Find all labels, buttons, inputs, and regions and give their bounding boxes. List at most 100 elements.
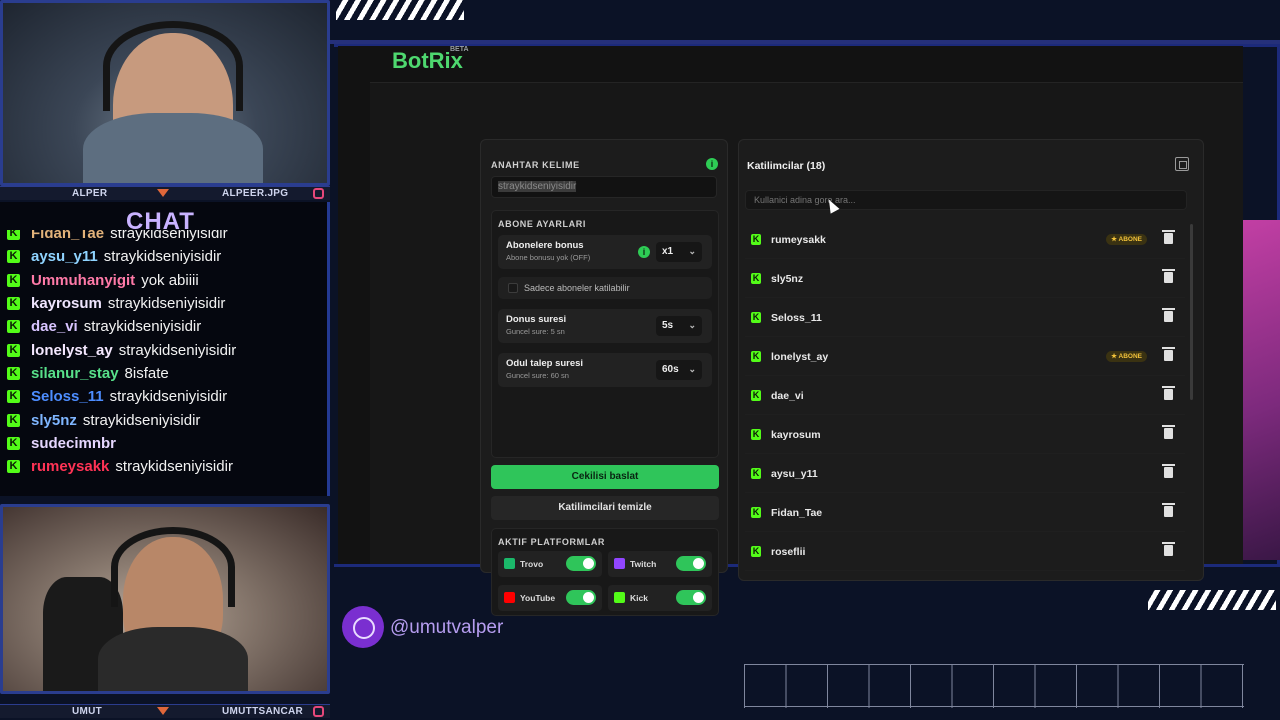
platform-name: Twitch bbox=[630, 559, 657, 569]
subscriber-badge: ★ ABONE bbox=[1106, 234, 1147, 245]
bonus-select[interactable]: x1 ⌄ bbox=[656, 242, 702, 262]
webcam-bottom bbox=[0, 504, 330, 694]
trash-icon[interactable] bbox=[1162, 230, 1175, 244]
trash-icon[interactable] bbox=[1162, 308, 1175, 322]
kick-icon: K bbox=[751, 390, 761, 401]
trash-icon[interactable] bbox=[1162, 425, 1175, 439]
duration-subtitle: Guncel sure: 5 sn bbox=[506, 327, 565, 336]
kick-icon: K bbox=[751, 312, 761, 323]
scrollbar[interactable] bbox=[1190, 224, 1193, 400]
chat-username[interactable]: silanur_stay bbox=[31, 365, 119, 382]
only-subscribers-row[interactable]: Sadece aboneler katilabilir bbox=[498, 277, 712, 299]
claim-time-row: Odul talep suresi Guncel sure: 60 sn 60s… bbox=[498, 353, 712, 387]
participant-row: Kroseflii bbox=[745, 532, 1185, 571]
trash-icon[interactable] bbox=[1162, 464, 1175, 478]
chat-username[interactable]: kayrosum bbox=[31, 295, 102, 312]
platforms-label: AKTIF PLATFORMLAR bbox=[498, 537, 606, 547]
headset-icon bbox=[111, 527, 235, 607]
twitch-toggle[interactable] bbox=[676, 556, 706, 571]
chat-text: straykidseniyisidir bbox=[107, 295, 226, 313]
bonus-select-value: x1 bbox=[662, 246, 674, 257]
chat-username[interactable]: sly5nz bbox=[31, 412, 77, 429]
triangle-icon bbox=[157, 189, 169, 197]
participant-row: Kaysu_y11 bbox=[745, 454, 1185, 493]
trash-icon[interactable] bbox=[1162, 503, 1175, 517]
social-handle: @umutvalper bbox=[390, 617, 504, 638]
only-subscribers-checkbox[interactable] bbox=[508, 283, 518, 293]
streamer-shirt bbox=[83, 113, 263, 183]
streamer-shirt bbox=[98, 627, 248, 691]
platform-twitch: Twitch bbox=[608, 551, 712, 577]
clear-participants-button[interactable]: Katilimcilari temizle bbox=[491, 496, 719, 520]
stripe-decoration bbox=[1148, 590, 1276, 610]
platforms-box: AKTIF PLATFORMLAR Trovo Twitch YouTube K… bbox=[491, 528, 719, 616]
platform-youtube: YouTube bbox=[498, 585, 602, 611]
chat-text: straykidseniyisidir bbox=[83, 318, 202, 336]
participant-name: rumeysakk bbox=[771, 234, 826, 246]
subscriber-badge-label: ABONE bbox=[1118, 353, 1142, 360]
chat-username[interactable]: Fidan_Tae bbox=[31, 230, 104, 242]
chat-text: straykidseniyisidir bbox=[103, 248, 222, 266]
chat-message: Ksilanur_stay 8isfate bbox=[7, 362, 327, 385]
kick-toggle[interactable] bbox=[676, 590, 706, 605]
duration-select-value: 5s bbox=[662, 320, 674, 331]
participant-name: lonelyst_ay bbox=[771, 351, 829, 363]
participant-row: Ksly5nz bbox=[745, 259, 1185, 298]
webcam-bottom-label-bar: UMUT UMUTTSANCAR bbox=[0, 704, 330, 718]
duration-select[interactable]: 5s ⌄ bbox=[656, 316, 702, 336]
cam-name-right: UMUTTSANCAR bbox=[222, 706, 304, 717]
chat-message: Ksudecimnbr bbox=[7, 432, 327, 455]
participant-search-input[interactable] bbox=[745, 190, 1187, 210]
chat-message: Krumeysakk straykidseniyisidir bbox=[7, 455, 327, 478]
subscriber-settings: ABONE AYARLARI Abonelere bonus Abone bon… bbox=[491, 210, 719, 458]
start-giveaway-button[interactable]: Cekilisi baslat bbox=[491, 465, 719, 489]
kick-icon: K bbox=[751, 351, 761, 362]
kick-icon: K bbox=[7, 250, 20, 264]
claim-title: Odul talep suresi bbox=[506, 358, 584, 369]
chat-username[interactable]: Seloss_11 bbox=[31, 388, 104, 405]
chat-username[interactable]: sudecimnbr bbox=[31, 435, 116, 452]
participants-panel: Katilimcilar (18) Krumeysakk ★ ABONE Ksly5… bbox=[738, 139, 1204, 581]
twitch-icon bbox=[614, 558, 625, 569]
youtube-toggle[interactable] bbox=[566, 590, 596, 605]
chat-username[interactable]: aysu_y11 bbox=[31, 248, 98, 265]
trovo-toggle[interactable] bbox=[566, 556, 596, 571]
kick-icon: K bbox=[7, 273, 20, 287]
headset-icon bbox=[103, 21, 243, 111]
platform-trovo: Trovo bbox=[498, 551, 602, 577]
chat-username[interactable]: lonelyst_ay bbox=[31, 342, 113, 359]
subscriber-badge-label: ABONE bbox=[1118, 236, 1142, 243]
participants-title: Katilimcilar (18) bbox=[747, 160, 826, 172]
participant-name: kayrosum bbox=[771, 429, 821, 441]
participant-row: Krumeysakk ★ ABONE bbox=[745, 220, 1185, 259]
kick-icon: K bbox=[751, 273, 761, 284]
trash-icon[interactable] bbox=[1162, 542, 1175, 556]
participant-name: dae_vi bbox=[771, 390, 804, 402]
claim-select[interactable]: 60s ⌄ bbox=[656, 360, 702, 380]
star-icon: ★ bbox=[1111, 353, 1119, 360]
copy-icon[interactable] bbox=[1175, 157, 1189, 171]
trash-icon[interactable] bbox=[1162, 269, 1175, 283]
chat-username[interactable]: dae_vi bbox=[31, 318, 78, 335]
subscriber-settings-label: ABONE AYARLARI bbox=[498, 219, 586, 229]
chat-username[interactable]: rumeysakk bbox=[31, 458, 109, 475]
claim-subtitle: Guncel sure: 60 sn bbox=[506, 371, 569, 380]
keyword-input[interactable]: straykidseniyisidir bbox=[491, 176, 717, 198]
chat-text: straykidseniyisidir bbox=[82, 411, 201, 429]
chevron-down-icon: ⌄ bbox=[688, 364, 696, 374]
kick-icon: K bbox=[751, 468, 761, 479]
instagram-icon bbox=[313, 706, 324, 717]
trash-icon[interactable] bbox=[1162, 386, 1175, 400]
subscriber-bonus-row: Abonelere bonus Abone bonusu yok (OFF) i… bbox=[498, 235, 712, 269]
chat-username[interactable]: Ummuhanyigit bbox=[31, 272, 135, 289]
participant-name: Fidan_Tae bbox=[771, 507, 823, 519]
botrix-screen: BotRix BETA ANAHTAR KELIME i straykidsen… bbox=[338, 46, 1243, 616]
info-icon[interactable]: i bbox=[638, 246, 650, 258]
cam-name-left: UMUT bbox=[72, 706, 103, 717]
chat-text: straykidseniyisidir bbox=[110, 230, 228, 243]
kick-icon: K bbox=[7, 366, 20, 380]
trash-icon[interactable] bbox=[1162, 347, 1175, 361]
info-icon[interactable]: i bbox=[706, 158, 718, 170]
settings-panel: ANAHTAR KELIME i straykidseniyisidir ABO… bbox=[480, 139, 728, 616]
bonus-title: Abonelere bonus bbox=[506, 240, 584, 251]
